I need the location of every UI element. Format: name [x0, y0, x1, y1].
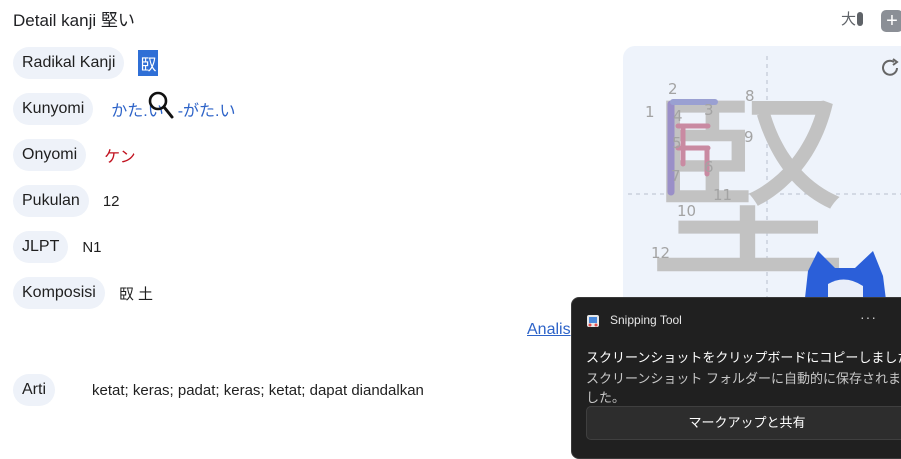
- refresh-icon[interactable]: [879, 57, 901, 79]
- stroke-number: 1: [645, 103, 655, 121]
- font-size-glyph: 大: [841, 11, 857, 28]
- radical-row: Radikal Kanji 臤: [13, 47, 159, 79]
- onyomi-label: Onyomi: [13, 139, 87, 171]
- strokes-row: Pukulan 12: [13, 185, 120, 217]
- markup-share-button[interactable]: マークアップと共有: [586, 406, 901, 440]
- stroke-number: 7: [671, 167, 681, 185]
- onyomi-row: Onyomi ケン: [13, 139, 136, 171]
- notification-message: スクリーンショットをクリップボードにコピーしました: [586, 350, 901, 365]
- jlpt-label: JLPT: [13, 231, 69, 263]
- meaning-row: Arti ketat; keras; padat; keras; ketat; …: [13, 374, 424, 406]
- kunyomi-row: Kunyomi かた.い -がた.い: [13, 93, 235, 125]
- stroke-number: 10: [677, 202, 696, 220]
- composition-value[interactable]: 臤 土: [119, 283, 153, 304]
- stroke-number: 2: [668, 80, 678, 98]
- composition-label: Komposisi: [13, 277, 105, 309]
- strokes-label: Pukulan: [13, 185, 89, 217]
- kunyomi-label: Kunyomi: [13, 93, 94, 125]
- radical-label: Radikal Kanji: [13, 47, 125, 79]
- strokes-value: 12: [102, 192, 120, 210]
- radical-value[interactable]: 臤: [138, 50, 159, 76]
- stroke-number: 3: [704, 101, 714, 119]
- stroke-number: 8: [745, 87, 755, 105]
- analysis-link[interactable]: Analis: [527, 321, 571, 339]
- meaning-label: Arti: [13, 374, 55, 406]
- onyomi-reading[interactable]: ケン: [104, 143, 136, 167]
- magnifier-cursor-icon: [148, 91, 174, 119]
- page-title: Detail kanji 堅い: [13, 11, 135, 30]
- notification-more-button[interactable]: ···: [860, 309, 877, 325]
- font-size-bar: [857, 12, 864, 26]
- stroke-number: 4: [673, 107, 683, 125]
- add-button[interactable]: +: [881, 10, 901, 32]
- stroke-number: 5: [672, 134, 682, 152]
- notification-sub-message: スクリーンショット フォルダーに自動的に保存されました。: [586, 371, 901, 405]
- stroke-number: 12: [651, 244, 670, 262]
- jlpt-row: JLPT N1: [13, 231, 102, 263]
- snipping-tool-notification[interactable]: Snipping Tool ··· スクリーンショットをクリップボードにコピーし…: [571, 297, 901, 459]
- jlpt-value: N1: [82, 238, 102, 256]
- stroke-number: 11: [713, 186, 732, 204]
- snipping-tool-icon: [587, 315, 599, 327]
- stroke-number: 9: [744, 128, 754, 146]
- meaning-value: ketat; keras; padat; keras; ketat; dapat…: [92, 381, 424, 399]
- font-size-icon[interactable]: 大: [841, 8, 864, 29]
- stroke-number: 6: [704, 158, 714, 176]
- notification-app-name: Snipping Tool: [610, 313, 682, 327]
- composition-row: Komposisi 臤 土: [13, 277, 153, 309]
- kunyomi-reading-2[interactable]: -がた.い: [178, 97, 236, 121]
